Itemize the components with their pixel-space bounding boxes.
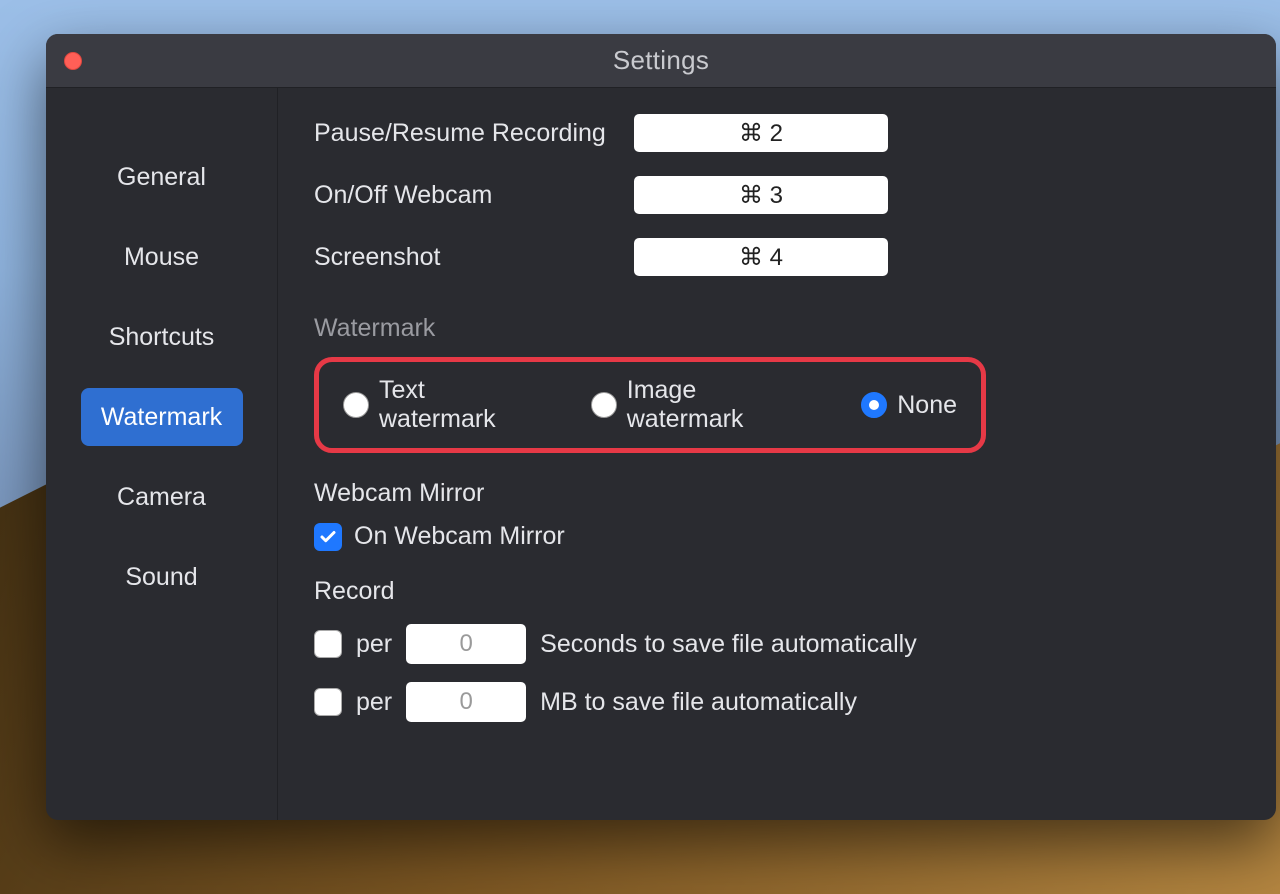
record-mb-suffix: MB to save file automatically [540,688,857,717]
sidebar-item-sound[interactable]: Sound [81,548,243,606]
sidebar: General Mouse Shortcuts Watermark Camera… [46,88,278,820]
radio-icon [861,392,887,418]
watermark-header: Watermark [314,314,1240,343]
radio-icon [591,392,617,418]
record-mb-row: per 0 MB to save file automatically [314,682,1240,722]
settings-window: Settings General Mouse Shortcuts Waterma… [46,34,1276,820]
radio-icon [343,392,369,418]
sidebar-item-watermark[interactable]: Watermark [81,388,243,446]
record-mb-input[interactable]: 0 [406,682,526,722]
record-seconds-checkbox[interactable] [314,630,342,658]
record-mb-checkbox[interactable] [314,688,342,716]
webcam-mirror-header: Webcam Mirror [314,479,1240,508]
shortcut-field-screenshot[interactable]: ⌘ 4 [634,238,888,276]
radio-none[interactable]: None [861,391,957,420]
radio-label: Text watermark [379,376,541,434]
radio-label: None [897,391,957,420]
radio-image-watermark[interactable]: Image watermark [591,376,811,434]
close-window-button[interactable] [64,52,82,70]
webcam-mirror-label: On Webcam Mirror [354,522,565,551]
shortcut-label: On/Off Webcam [314,181,634,210]
sidebar-item-camera[interactable]: Camera [81,468,243,526]
watermark-radio-group: Text watermark Image watermark None [314,357,986,453]
shortcut-field-webcam[interactable]: ⌘ 3 [634,176,888,214]
window-body: General Mouse Shortcuts Watermark Camera… [46,88,1276,820]
webcam-mirror-checkbox[interactable] [314,523,342,551]
webcam-mirror-checkbox-row: On Webcam Mirror [314,522,1240,551]
per-label: per [356,630,392,659]
window-title: Settings [46,45,1276,76]
sidebar-item-mouse[interactable]: Mouse [81,228,243,286]
per-label: per [356,688,392,717]
shortcut-row: On/Off Webcam ⌘ 3 [314,164,1240,226]
shortcut-row: Pause/Resume Recording ⌘ 2 [314,102,1240,164]
radio-label: Image watermark [627,376,811,434]
sidebar-item-shortcuts[interactable]: Shortcuts [81,308,243,366]
shortcut-label: Screenshot [314,243,634,272]
record-seconds-input[interactable]: 0 [406,624,526,664]
record-header: Record [314,577,1240,606]
shortcut-row: Screenshot ⌘ 4 [314,226,1240,288]
sidebar-item-general[interactable]: General [81,148,243,206]
check-icon [319,528,337,546]
record-seconds-suffix: Seconds to save file automatically [540,630,917,659]
traffic-lights [64,52,82,70]
record-seconds-row: per 0 Seconds to save file automatically [314,624,1240,664]
shortcut-field-pause[interactable]: ⌘ 2 [634,114,888,152]
shortcut-label: Pause/Resume Recording [314,119,634,148]
main-panel: Pause/Resume Recording ⌘ 2 On/Off Webcam… [278,88,1276,820]
radio-text-watermark[interactable]: Text watermark [343,376,541,434]
titlebar: Settings [46,34,1276,88]
